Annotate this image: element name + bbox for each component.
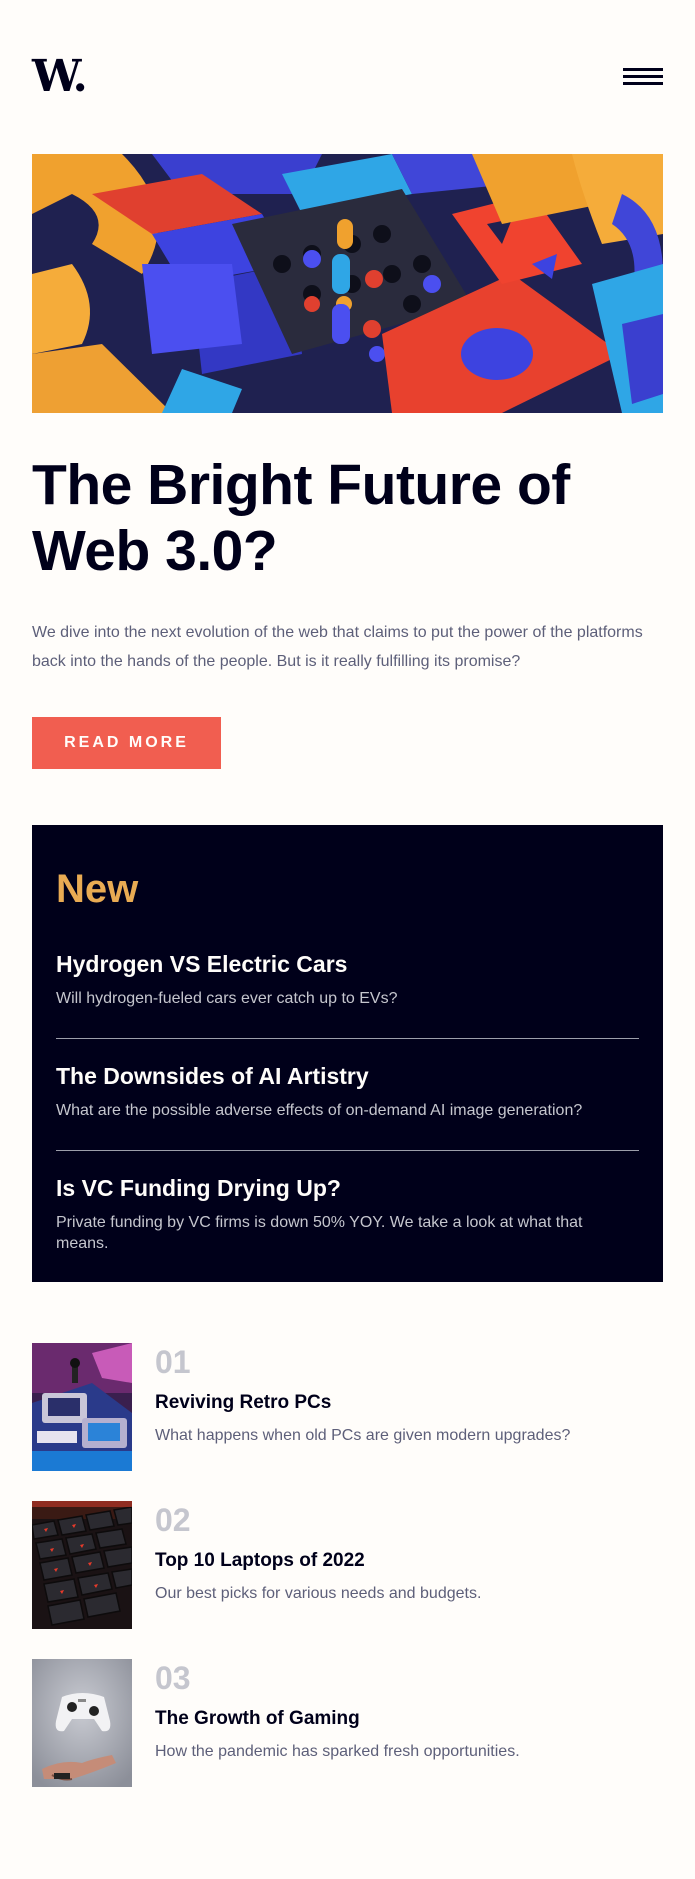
list-item: 01 Reviving Retro PCs What happens when … xyxy=(32,1343,663,1471)
hero-title: The Bright Future of Web 3.0? xyxy=(32,452,663,584)
article-title[interactable]: Top 10 Laptops of 2022 xyxy=(155,1549,365,1573)
hero-title-line-1: The Bright Future of xyxy=(32,453,570,517)
hamburger-menu-icon[interactable] xyxy=(623,68,663,86)
article-number: 01 xyxy=(155,1344,191,1380)
list-item: 02 Top 10 Laptops of 2022 Our best picks… xyxy=(32,1501,663,1629)
new-item-title[interactable]: Hydrogen VS Electric Cars xyxy=(56,949,347,979)
menu-bar-bottom xyxy=(623,82,663,85)
article-title[interactable]: The Growth of Gaming xyxy=(155,1707,360,1731)
new-item-description: What are the possible adverse effects of… xyxy=(56,1102,583,1119)
menu-bar-top xyxy=(623,68,663,71)
new-item-title[interactable]: The Downsides of AI Artistry xyxy=(56,1061,369,1091)
new-section: New Hydrogen VS Electric Cars Will hydro… xyxy=(32,825,663,1282)
new-item-title[interactable]: Is VC Funding Drying Up? xyxy=(56,1173,341,1203)
site-logo[interactable]: W. xyxy=(32,55,88,99)
site-header: W. xyxy=(32,55,663,99)
hero-description: We dive into the next evolution of the w… xyxy=(32,624,643,670)
new-section-heading: New xyxy=(56,867,139,911)
divider xyxy=(56,1150,639,1151)
menu-bar-middle xyxy=(623,75,663,78)
retro-pc-image[interactable] xyxy=(32,1343,132,1471)
article-title[interactable]: Reviving Retro PCs xyxy=(155,1391,331,1415)
article-description: How the pandemic has sparked fresh oppor… xyxy=(155,1743,520,1760)
new-item-description: Will hydrogen-fueled cars ever catch up … xyxy=(56,990,398,1007)
hero-image xyxy=(32,154,663,413)
hero-title-line-2: Web 3.0? xyxy=(32,519,278,583)
article-description: What happens when old PCs are given mode… xyxy=(155,1427,571,1444)
game-controller-image[interactable] xyxy=(32,1659,132,1787)
divider xyxy=(56,1038,639,1039)
list-item: 03 The Growth of Gaming How the pandemic… xyxy=(32,1659,663,1787)
article-description: Our best picks for various needs and bud… xyxy=(155,1585,482,1602)
article-number: 03 xyxy=(155,1660,191,1696)
laptop-keyboard-image[interactable] xyxy=(32,1501,132,1629)
new-item-description: Private funding by VC firms is down 50% … xyxy=(56,1214,583,1252)
read-more-button[interactable]: READ MORE xyxy=(32,717,221,769)
article-number: 02 xyxy=(155,1502,191,1538)
